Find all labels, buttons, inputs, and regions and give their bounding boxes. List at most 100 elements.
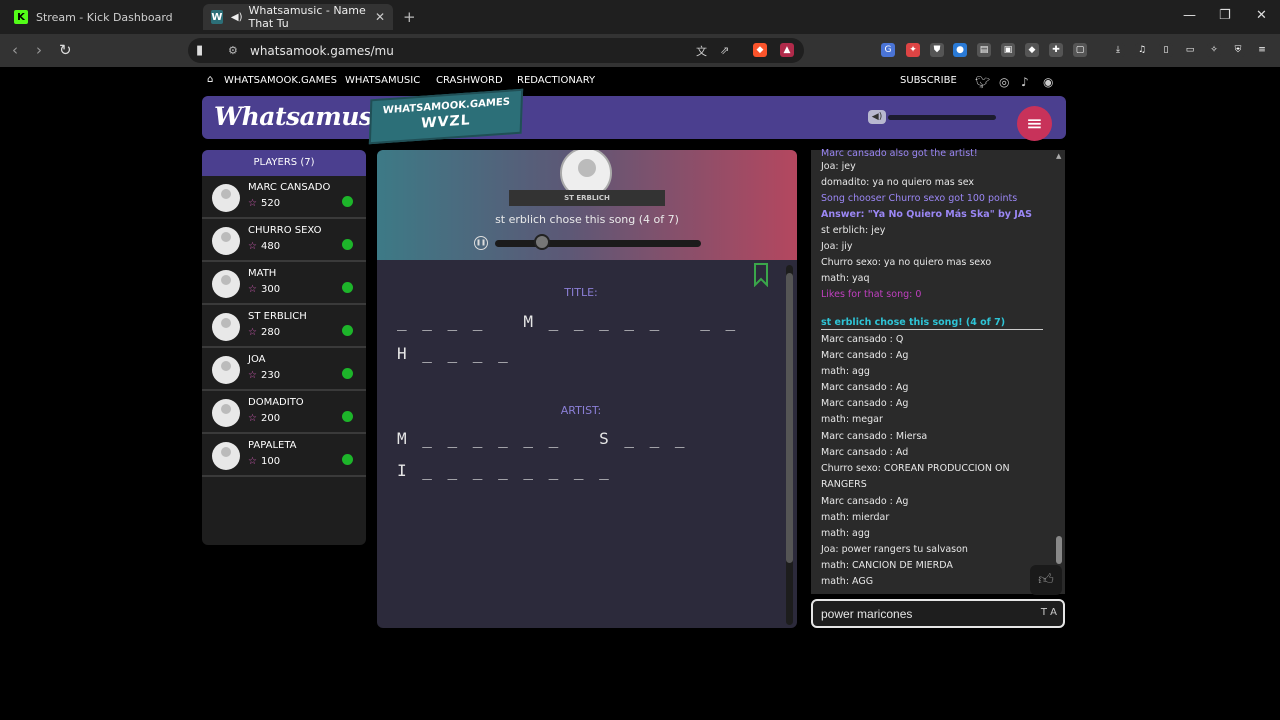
tiktok-icon[interactable]: ♪ bbox=[1021, 75, 1029, 89]
star-icon: ☆ bbox=[248, 413, 257, 424]
list-item: JOA ☆ 230 bbox=[202, 348, 366, 391]
blue-ext-icon[interactable]: ● bbox=[953, 43, 967, 57]
forward-icon[interactable]: › bbox=[36, 41, 42, 59]
nav-whatsamusic[interactable]: WHATSAMUSIC bbox=[345, 75, 420, 86]
back-icon[interactable]: ‹ bbox=[12, 41, 18, 59]
brave-rewards-icon[interactable]: ▲ bbox=[780, 43, 794, 57]
scrollbar-thumb[interactable] bbox=[786, 273, 793, 563]
kick-favicon-icon: K bbox=[14, 10, 28, 24]
doc-ext-icon[interactable]: ▤ bbox=[977, 43, 991, 57]
chat-message: math: mierdar bbox=[821, 512, 890, 523]
artist-hint-line: M _ _ _ _ _ _ S _ _ _ bbox=[397, 429, 688, 448]
avatar bbox=[212, 313, 240, 341]
player-points: 520 bbox=[260, 198, 281, 209]
browser-tabbar: K Stream - Kick Dashboard W ◀) Whatsamus… bbox=[0, 0, 1280, 34]
url-text[interactable]: whatsamook.games/mu bbox=[250, 44, 394, 58]
game-panel: ST ERBLICH st erblich chose this song (4… bbox=[377, 150, 797, 628]
online-status-icon bbox=[342, 411, 353, 422]
volume-track[interactable] bbox=[888, 115, 996, 120]
translate-ext-icon[interactable]: G bbox=[881, 43, 895, 57]
scroll-up-icon[interactable]: ▲ bbox=[1056, 152, 1061, 160]
artist-label: ARTIST: bbox=[560, 404, 602, 417]
new-tab-button[interactable]: + bbox=[403, 8, 416, 26]
title-hint-line: H _ _ _ _ bbox=[397, 344, 511, 363]
list-item: MATH ☆ 300 bbox=[202, 262, 366, 305]
list-item: PAPALETA ☆ 100 bbox=[202, 434, 366, 477]
chat-scrollbar[interactable]: ▲ bbox=[1055, 150, 1063, 594]
chat-message: math: AGG bbox=[821, 576, 874, 587]
bookmark-song-icon[interactable] bbox=[753, 263, 769, 287]
music-icon[interactable]: ♫ bbox=[1135, 43, 1149, 57]
reload-icon[interactable]: ↻ bbox=[59, 41, 72, 59]
nav-whatsamook[interactable]: WHATSAMOOK.GAMES bbox=[224, 75, 337, 86]
player-points-row: ☆ 300 bbox=[248, 284, 280, 295]
player-name: ST ERBLICH bbox=[248, 311, 307, 322]
subscribe-link[interactable]: SUBSCRIBE bbox=[900, 75, 957, 86]
wallet-icon[interactable]: ▭ bbox=[1183, 43, 1197, 57]
download-icon[interactable]: ⤓ bbox=[1111, 43, 1125, 57]
chat-message: Joa: jiy bbox=[821, 241, 853, 252]
tab-kick[interactable]: K Stream - Kick Dashboard bbox=[6, 4, 196, 30]
chat-message: Marc cansado : Ag bbox=[821, 350, 909, 361]
browser-toolbar: ‹ › ↻ ▮ ⚙ whatsamook.games/mu 文 ⇗ ◆ ▲ G … bbox=[0, 34, 1280, 67]
player-name: CHURRO SEXO bbox=[248, 225, 322, 236]
chooser-ribbon: ST ERBLICH bbox=[509, 190, 665, 206]
ai-icon[interactable]: ✧ bbox=[1207, 43, 1221, 57]
tab-whatsamusic[interactable]: W ◀) Whatsamusic - Name That Tu ✕ bbox=[203, 4, 393, 30]
player-points: 200 bbox=[260, 413, 281, 424]
player-points: 480 bbox=[260, 241, 281, 252]
chat-input-box[interactable]: T A bbox=[811, 599, 1065, 628]
restore-icon[interactable]: ❐ bbox=[1219, 8, 1231, 23]
diamond-ext-icon[interactable]: ◆ bbox=[1025, 43, 1039, 57]
shield-ext-icon[interactable]: ⛊ bbox=[930, 43, 944, 57]
vpn-icon[interactable]: ⛨ bbox=[1231, 43, 1245, 57]
brave-shield-icon[interactable]: ◆ bbox=[753, 43, 767, 57]
twitter-icon[interactable]: 🐦︎ bbox=[975, 75, 990, 89]
chat-message: Marc cansado : Ad bbox=[821, 447, 909, 458]
like-song-button[interactable]: 👍︎ bbox=[1030, 565, 1062, 595]
song-progress-bar[interactable] bbox=[495, 234, 701, 250]
volume-icon[interactable]: ◀) bbox=[868, 110, 886, 124]
share-icon[interactable]: ⇗ bbox=[720, 44, 729, 57]
puzzle-ext-icon[interactable]: ✚ bbox=[1049, 43, 1063, 57]
artist-hint-line: I _ _ _ _ _ _ _ _ bbox=[397, 461, 612, 480]
site-settings-icon[interactable]: ⚙ bbox=[228, 44, 238, 57]
close-window-icon[interactable]: ✕ bbox=[1256, 8, 1267, 23]
chat-message: domadito: ya no quiero mas sex bbox=[821, 177, 975, 188]
player-name: MARC CANSADO bbox=[248, 182, 331, 193]
chat-message: math: agg bbox=[821, 366, 870, 377]
nav-crashword[interactable]: CRASHWORD bbox=[436, 75, 503, 86]
home-icon[interactable]: ⌂ bbox=[207, 74, 213, 85]
star-icon: ☆ bbox=[248, 370, 257, 381]
text-format-icon[interactable]: T A bbox=[1041, 607, 1057, 618]
discord-icon[interactable]: ◉ bbox=[1043, 75, 1053, 89]
browser-menu-icon[interactable]: ≡ bbox=[1255, 43, 1269, 57]
online-status-icon bbox=[342, 239, 353, 250]
minimize-icon[interactable]: — bbox=[1183, 8, 1196, 23]
pause-icon[interactable]: ❚❚ bbox=[474, 236, 488, 250]
chat-input[interactable] bbox=[821, 605, 1021, 623]
address-bar[interactable]: ▮ ⚙ whatsamook.games/mu 文 ⇗ bbox=[188, 38, 804, 63]
player-name: MATH bbox=[248, 268, 277, 279]
whatsamusic-favicon-icon: W bbox=[211, 10, 223, 24]
chat-message: Likes for that song: 0 bbox=[821, 289, 922, 300]
close-tab-icon[interactable]: ✕ bbox=[375, 10, 385, 24]
panel-scrollbar[interactable] bbox=[786, 265, 793, 625]
chat-message: Churro sexo: ya no quiero mas sexo bbox=[821, 257, 992, 268]
hamburger-menu-button[interactable]: ≡ bbox=[1017, 106, 1052, 141]
translate-icon[interactable]: 文 bbox=[696, 43, 707, 59]
chat-message: math: CANCION DE MIERDA bbox=[821, 560, 953, 571]
media-ext-icon[interactable]: ▣ bbox=[1001, 43, 1015, 57]
list-item: MARC CANSADO ☆ 520 bbox=[202, 176, 366, 219]
avatar bbox=[212, 442, 240, 470]
volume-slider[interactable]: ◀) bbox=[868, 110, 998, 124]
scrollbar-thumb[interactable] bbox=[1056, 536, 1062, 564]
players-title: PLAYERS (7) bbox=[202, 150, 366, 176]
camera-ext-icon[interactable]: ▢ bbox=[1073, 43, 1087, 57]
nav-redactionary[interactable]: REDACTIONARY bbox=[517, 75, 595, 86]
instagram-icon[interactable]: ◎ bbox=[999, 75, 1009, 89]
sidebar-icon[interactable]: ▯ bbox=[1159, 43, 1173, 57]
speaker-icon[interactable]: ◀) bbox=[231, 12, 243, 23]
bookmark-icon[interactable]: ▮ bbox=[196, 43, 203, 58]
fire-ext-icon[interactable]: ✦ bbox=[906, 43, 920, 57]
